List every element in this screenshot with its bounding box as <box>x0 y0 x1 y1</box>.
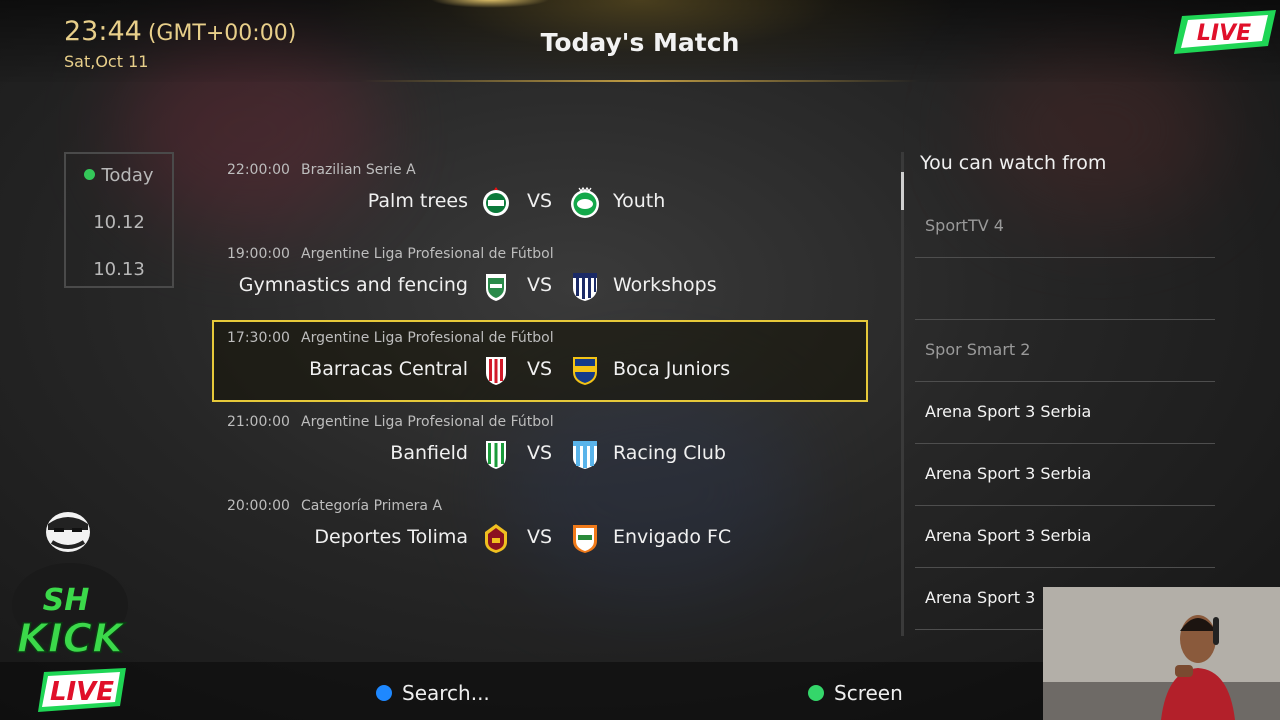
vs-label: VS <box>527 190 553 212</box>
channel-name: Arena Sport 3 Serbia <box>925 402 1092 421</box>
streamer-logo-mid: KICK <box>17 616 126 662</box>
vs-label: VS <box>527 274 553 296</box>
home-team: Deportes Tolima <box>314 526 468 548</box>
home-team: Barracas Central <box>309 358 468 380</box>
streamer-logo-icon: SH KICK LIVE <box>12 512 128 712</box>
vs-label: VS <box>527 358 553 380</box>
racing-club-crest-icon <box>573 441 597 469</box>
streamer-logo-bottom: LIVE <box>50 677 114 707</box>
boca-juniors-crest-icon <box>573 357 597 385</box>
match-time: 19:00:00 <box>227 246 290 262</box>
date-tab-10-12[interactable]: 10.12 <box>66 201 172 248</box>
channel-name: Arena Sport 3 Serbia <box>925 526 1092 545</box>
channel-item[interactable]: SportTV 4 <box>915 196 1215 258</box>
match-league: Argentine Liga Profesional de Fútbol <box>301 246 554 262</box>
juventude-crest-icon <box>571 186 599 218</box>
scrollbar-track[interactable] <box>901 152 904 636</box>
channel-name: SportTV 4 <box>925 216 1004 235</box>
scrollbar-thumb[interactable] <box>901 172 904 210</box>
match-league: Categoría Primera A <box>301 498 443 514</box>
channel-name: Arena Sport 3 <box>925 588 1036 607</box>
match-time: 20:00:00 <box>227 498 290 514</box>
away-team: Workshops <box>613 274 717 296</box>
date-selector: Today 10.12 10.13 <box>64 152 174 288</box>
palmeiras-crest-icon <box>483 187 509 216</box>
home-team: Banfield <box>390 442 468 464</box>
date-tab-today[interactable]: Today <box>66 154 172 201</box>
away-team: Envigado FC <box>613 526 732 548</box>
channel-name: Spor Smart 2 <box>925 340 1031 359</box>
vs-label: VS <box>527 442 553 464</box>
streamer-logo-top: SH <box>43 583 90 618</box>
webcam-person-image <box>1043 587 1280 720</box>
envigado-crest-icon <box>573 525 597 553</box>
banfield-crest-icon <box>486 441 506 469</box>
page-title: Today's Match <box>540 28 740 57</box>
webcam-overlay <box>1043 587 1280 720</box>
barracas-central-crest-icon <box>486 357 506 385</box>
channel-item[interactable]: Arena Sport 3 Serbia <box>915 382 1215 444</box>
title-underline <box>360 80 920 82</box>
match-time: 22:00:00 <box>227 162 290 178</box>
match-league: Argentine Liga Profesional de Fútbol <box>301 330 554 346</box>
match-row[interactable]: 22:00:00 Brazilian Serie A Palm trees VS… <box>212 152 868 234</box>
date-tab-label: 10.13 <box>93 259 145 280</box>
match-time: 21:00:00 <box>227 414 290 430</box>
live-badge-text: LIVE <box>1197 21 1251 46</box>
green-key-icon <box>808 685 824 701</box>
date-tab-label: 10.12 <box>93 212 145 233</box>
active-indicator-icon <box>84 169 96 180</box>
channel-item[interactable]: Arena Sport 3 Serbia <box>915 506 1215 568</box>
talleres-crest-icon <box>573 273 597 301</box>
blue-key-icon <box>376 685 392 701</box>
screen-hint-label: Screen <box>834 681 903 705</box>
match-league: Brazilian Serie A <box>301 162 416 178</box>
away-team: Boca Juniors <box>613 358 731 380</box>
gimnasia-crest-icon <box>486 274 506 301</box>
screen-hint-button[interactable]: Screen <box>808 681 903 705</box>
channel-item[interactable]: Arena Sport 3 Serbia <box>915 444 1215 506</box>
date-tab-label: Today <box>101 165 154 186</box>
date-tab-10-13[interactable]: 10.13 <box>66 248 172 295</box>
match-row-selected[interactable]: 17:30:00 Argentine Liga Profesional de F… <box>212 320 868 402</box>
match-row[interactable]: 20:00:00 Categoría Primera A Deportes To… <box>212 488 868 570</box>
deportes-tolima-crest-icon <box>485 524 507 553</box>
header-flare <box>430 0 550 8</box>
channel-item[interactable]: Spor Smart 2 <box>915 320 1215 382</box>
search-hint-label: Search... <box>402 681 490 705</box>
channel-item[interactable] <box>915 258 1215 320</box>
match-league: Argentine Liga Profesional de Fútbol <box>301 414 554 430</box>
channel-name: Arena Sport 3 Serbia <box>925 464 1092 483</box>
match-row[interactable]: 21:00:00 Argentine Liga Profesional de F… <box>212 404 868 486</box>
away-team: Racing Club <box>613 442 726 464</box>
search-hint-button[interactable]: Search... <box>376 681 490 705</box>
vs-label: VS <box>527 526 553 548</box>
live-badge-icon: LIVE <box>1174 10 1276 54</box>
match-time: 17:30:00 <box>227 330 290 346</box>
home-team: Palm trees <box>367 190 468 212</box>
away-team: Youth <box>613 190 666 212</box>
watch-panel-title: You can watch from <box>920 152 1107 174</box>
match-row[interactable]: 19:00:00 Argentine Liga Profesional de F… <box>212 236 868 318</box>
home-team: Gymnastics and fencing <box>238 274 468 296</box>
